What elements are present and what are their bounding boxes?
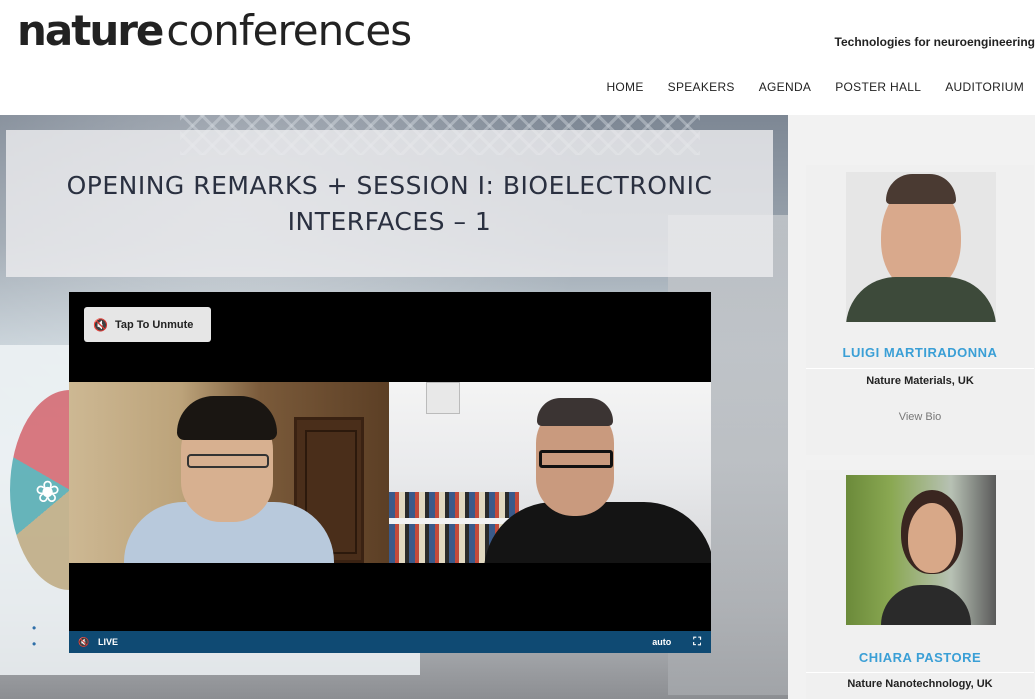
divider <box>806 368 1034 369</box>
speaker-right-hair <box>537 398 613 426</box>
lamp <box>426 382 460 414</box>
mute-toggle-icon[interactable]: 🔇 <box>78 637 90 648</box>
nav-speakers[interactable]: SPEAKERS <box>668 80 735 94</box>
logo-bold: nature <box>17 6 164 55</box>
video-player[interactable]: 🔇 Tap To Unmute 🔇 LIVE auto ⛶ <box>69 292 711 653</box>
site-header: natureconferences Technologies for neuro… <box>0 0 1035 115</box>
live-indicator: LIVE <box>98 637 119 647</box>
quality-selector[interactable]: auto <box>652 637 671 647</box>
session-title: OPENING REMARKS + SESSION I: BIOELECTRON… <box>66 170 713 236</box>
speaker-left-hair <box>177 396 277 440</box>
divider <box>806 672 1034 673</box>
session-title-box: OPENING REMARKS + SESSION I: BIOELECTRON… <box>6 130 773 277</box>
speaker-name: CHIARA PASTORE <box>858 650 982 665</box>
speaker-photo <box>846 475 996 625</box>
tap-to-unmute-button[interactable]: 🔇 Tap To Unmute <box>84 307 211 342</box>
muted-speaker-icon: 🔇 <box>93 317 108 332</box>
speaker-affiliation: Nature Nanotechnology, UK <box>847 678 993 690</box>
video-frame[interactable] <box>69 382 711 563</box>
background-bullets: • • <box>32 621 37 651</box>
speaker-right-body <box>484 502 711 563</box>
player-controls: 🔇 LIVE auto ⛶ <box>69 631 711 653</box>
video-feed-right <box>389 382 711 563</box>
speakers-sidebar: LUIGI MARTIRADONNA Nature Materials, UK … <box>788 115 1035 699</box>
nav-home[interactable]: HOME <box>606 80 643 94</box>
speaker-card: LUIGI MARTIRADONNA Nature Materials, UK … <box>806 165 1034 455</box>
nav-auditorium[interactable]: AUDITORIUM <box>945 80 1024 94</box>
unmute-label: Tap To Unmute <box>114 318 194 331</box>
logo-light: conferences <box>166 6 412 55</box>
speaker-card: CHIARA PASTORE Nature Nanotechnology, UK <box>806 470 1034 699</box>
speaker-affiliation: Nature Materials, UK <box>866 375 974 387</box>
conference-title: Technologies for neuroengineering <box>834 35 1035 49</box>
nav-poster-hall[interactable]: POSTER HALL <box>835 80 921 94</box>
maple-leaf-icon: ❀ <box>35 476 61 509</box>
speaker-name: LUIGI MARTIRADONNA <box>842 345 998 360</box>
video-feed-left <box>69 382 389 563</box>
nature-conferences-logo[interactable]: natureconferences <box>17 6 412 55</box>
nav-agenda[interactable]: AGENDA <box>759 80 811 94</box>
speaker-photo <box>846 172 996 322</box>
glasses <box>187 454 269 468</box>
main-nav: HOME SPEAKERS AGENDA POSTER HALL AUDITOR… <box>582 80 1024 94</box>
glasses <box>539 450 613 468</box>
fullscreen-icon[interactable]: ⛶ <box>693 636 701 649</box>
view-bio-link[interactable]: View Bio <box>806 411 1034 423</box>
auditorium-stage: ❀ • • OPENING REMARKS + SESSION I: BIOELE… <box>0 115 788 699</box>
